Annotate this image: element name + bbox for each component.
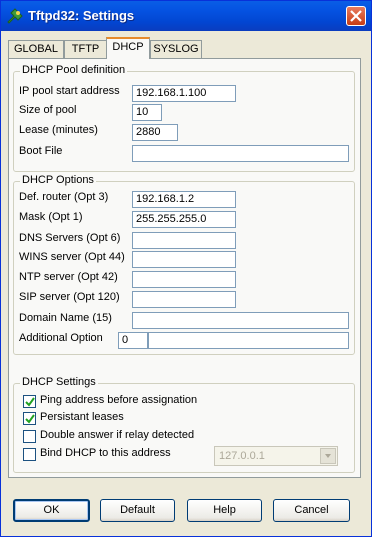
mask-field[interactable]: 255.255.255.0 (132, 211, 236, 228)
title-bar[interactable]: Tftpd32: Settings (1, 1, 371, 31)
pool-size-field[interactable]: 10 (132, 104, 162, 121)
tftpd-app-icon (6, 7, 24, 25)
tab-global[interactable]: GLOBAL (8, 40, 64, 58)
persistant-leases-label[interactable]: Persistant leases (40, 411, 124, 423)
persistant-leases-checkbox[interactable] (23, 412, 36, 425)
dns-label: DNS Servers (Opt 6) (19, 232, 121, 244)
pool-size-label: Size of pool (19, 104, 77, 116)
ip-start-label: IP pool start address (19, 85, 120, 97)
options-group-title: DHCP Options (20, 174, 96, 186)
ping-label[interactable]: Ping address before assignation (40, 394, 197, 406)
window-title: Tftpd32: Settings (28, 8, 135, 23)
close-icon (350, 10, 362, 22)
wins-field[interactable] (132, 251, 236, 268)
domain-label: Domain Name (15) (19, 312, 112, 324)
double-answer-label[interactable]: Double answer if relay detected (40, 429, 194, 441)
cancel-button[interactable]: Cancel (273, 499, 350, 522)
bind-dhcp-label[interactable]: Bind DHCP to this address (40, 447, 171, 459)
domain-field[interactable] (132, 312, 349, 329)
checkmark-icon (25, 414, 35, 424)
chevron-down-icon[interactable] (320, 448, 336, 464)
mask-label: Mask (Opt 1) (19, 211, 83, 223)
additional-option-label: Additional Option (19, 332, 103, 344)
ntp-field[interactable] (132, 271, 236, 288)
ip-start-field[interactable]: 192.168.1.100 (132, 85, 236, 102)
bind-address-value: 127.0.0.1 (219, 450, 265, 462)
router-label: Def. router (Opt 3) (19, 191, 109, 203)
tab-syslog[interactable]: SYSLOG (150, 40, 202, 58)
bind-dhcp-checkbox[interactable] (23, 448, 36, 461)
router-field[interactable]: 192.168.1.2 (132, 191, 236, 208)
pool-group-title: DHCP Pool definition (20, 64, 128, 76)
lease-field[interactable]: 2880 (132, 124, 178, 141)
wins-label: WINS server (Opt 44) (19, 251, 125, 263)
lease-label: Lease (minutes) (19, 124, 98, 136)
additional-option-number-field[interactable]: 0 (118, 332, 148, 349)
double-answer-checkbox[interactable] (23, 430, 36, 443)
sip-field[interactable] (132, 291, 236, 308)
sip-label: SIP server (Opt 120) (19, 291, 120, 303)
settings-group-title: DHCP Settings (20, 376, 98, 388)
dns-field[interactable] (132, 232, 236, 249)
additional-option-value-field[interactable] (148, 332, 349, 349)
ping-checkbox[interactable] (23, 395, 36, 408)
tab-tftp[interactable]: TFTP (64, 40, 107, 58)
dhcp-panel: DHCP Pool definition IP pool start addre… (8, 58, 361, 478)
checkmark-icon (25, 397, 35, 407)
tab-dhcp[interactable]: DHCP (106, 37, 150, 59)
help-button[interactable]: Help (187, 499, 262, 522)
default-button[interactable]: Default (100, 499, 175, 522)
ntp-label: NTP server (Opt 42) (19, 271, 118, 283)
close-button[interactable] (346, 6, 366, 26)
settings-window: Tftpd32: Settings GLOBAL TFTP DHCP SYSLO… (0, 0, 372, 537)
boot-file-label: Boot File (19, 145, 63, 157)
ok-button[interactable]: OK (13, 499, 90, 522)
boot-file-field[interactable] (132, 145, 349, 162)
bind-address-select[interactable]: 127.0.0.1 (214, 446, 338, 466)
